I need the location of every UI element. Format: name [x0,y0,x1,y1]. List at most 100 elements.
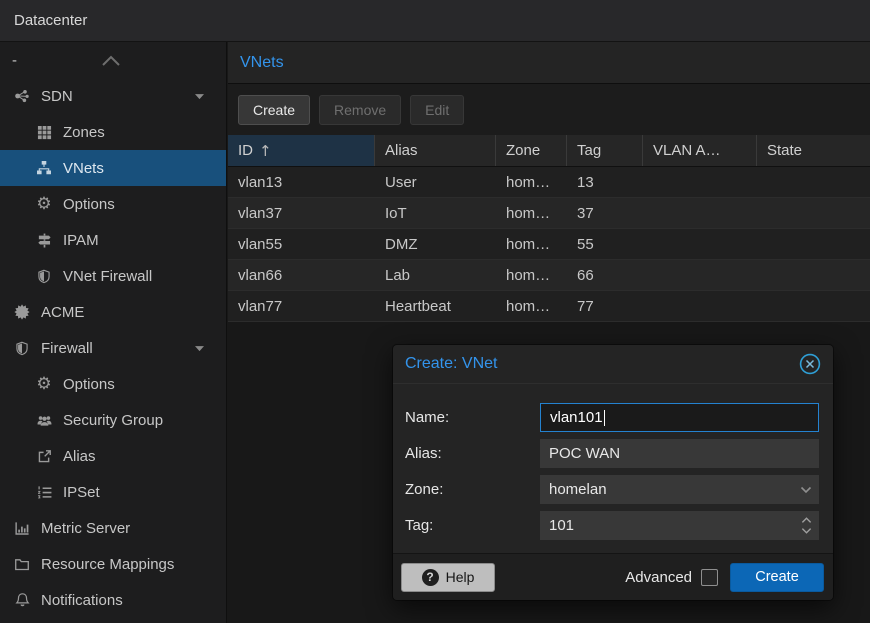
create-vnet-dialog: Create: VNet Name: vlan101 Alias: POC WA… [393,345,833,600]
tag-label: Tag: [405,517,540,534]
sidebar-item-resource-mappings[interactable]: Resource Mappings [0,546,226,582]
close-icon[interactable] [799,353,821,375]
cell-zone: hom… [496,229,567,259]
dialog-title: Create: VNet [405,355,799,373]
cell-vlan-aware [643,260,757,290]
zone-select[interactable]: homelan [540,475,819,504]
column-header-zone[interactable]: Zone [496,135,567,166]
cell-state [757,198,870,228]
seal-icon [12,303,32,321]
spinner-icons[interactable] [801,511,812,540]
column-header-id[interactable]: ID ↑ [228,135,375,166]
sidebar-item-label: IPAM [63,232,99,249]
dialog-body: Name: vlan101 Alias: POC WAN Zone: homel… [393,383,833,540]
bell-icon [12,591,32,609]
cell-alias: Lab [375,260,496,290]
alias-input[interactable]: POC WAN [540,439,819,468]
create-submit-button[interactable]: Create [730,563,824,592]
table-row-vlan37[interactable]: vlan37 IoT hom… 37 [228,198,870,229]
cell-alias: User [375,167,496,197]
cell-alias: Heartbeat [375,291,496,321]
name-input[interactable]: vlan101 [540,403,819,432]
cell-zone: hom… [496,291,567,321]
column-header-vlan-a[interactable]: VLAN A… [643,135,757,166]
sidebar-item-acme[interactable]: ACME [0,294,226,330]
cell-tag: 55 [567,229,643,259]
sidebar-item-options[interactable]: ⚙ Options [0,186,226,222]
sidebar-item-vnets[interactable]: VNets [0,150,226,186]
sidebar-item-notifications[interactable]: Notifications [0,582,226,618]
name-label: Name: [405,409,540,426]
sitemap-icon [34,159,54,177]
sidebar-item-zones[interactable]: Zones [0,114,226,150]
sidebar-item-label: Notifications [41,592,123,609]
toolbar-button-create[interactable]: Create [238,95,310,125]
folder-icon [12,555,32,573]
cell-zone: hom… [496,260,567,290]
shield-icon [12,339,32,357]
advanced-toggle: Advanced [625,569,718,586]
sidebar-item-label: VNet Firewall [63,268,152,285]
sidebar-item-label: ACME [41,304,84,321]
sidebar-item-label: - [12,52,17,69]
chevron-down-icon [800,475,812,504]
cell-vlan-aware [643,167,757,197]
sidebar-item-label: Alias [63,448,96,465]
top-bar: Datacenter [0,0,870,42]
sdn-icon [12,87,32,105]
table-row-vlan13[interactable]: vlan13 User hom… 13 [228,167,870,198]
sidebar: - SDN Zones VNets ⚙ O [0,42,227,623]
chevron-down-icon[interactable] [192,89,207,104]
advanced-checkbox[interactable] [701,569,718,586]
table-row-vlan77[interactable]: vlan77 Heartbeat hom… 77 [228,291,870,322]
chevron-up-icon[interactable] [100,53,122,67]
cell-tag: 77 [567,291,643,321]
sidebar-item-vnet-firewall[interactable]: VNet Firewall [0,258,226,294]
cell-tag: 66 [567,260,643,290]
column-header-tag[interactable]: Tag [567,135,643,166]
sidebar-item-metric-server[interactable]: Metric Server [0,510,226,546]
sidebar-item-label: IPSet [63,484,100,501]
sidebar-item-alias[interactable]: Alias [0,438,226,474]
column-header-state[interactable]: State [757,135,870,166]
toolbar: Create Remove Edit [228,84,870,135]
cell-state [757,229,870,259]
cell-id: vlan37 [228,198,375,228]
sidebar-item-ipset[interactable]: IPSet [0,474,226,510]
table-row-vlan66[interactable]: vlan66 Lab hom… 66 [228,260,870,291]
shield-icon [34,267,54,285]
cell-vlan-aware [643,291,757,321]
cell-state [757,167,870,197]
sidebar-item-label: Zones [63,124,105,141]
toolbar-button-remove: Remove [319,95,401,125]
sidebar-item-label: Firewall [41,340,93,357]
chevron-down-icon[interactable] [192,341,207,356]
sidebar-item-label: SDN [41,88,73,105]
cell-zone: hom… [496,198,567,228]
cell-id: vlan77 [228,291,375,321]
zone-label: Zone: [405,481,540,498]
panel-header: VNets [228,42,870,84]
cell-zone: hom… [496,167,567,197]
sidebar-item-security-group[interactable]: Security Group [0,402,226,438]
external-link-icon [34,447,54,465]
gear-icon: ⚙ [34,195,54,213]
cell-state [757,291,870,321]
sidebar-item-options[interactable]: ⚙ Options [0,366,226,402]
tag-stepper[interactable]: 101 [540,511,819,540]
sidebar-item-item[interactable]: - [0,42,226,78]
chart-bar-icon [12,519,32,537]
table-row-vlan55[interactable]: vlan55 DMZ hom… 55 [228,229,870,260]
column-header-alias[interactable]: Alias [375,135,496,166]
sidebar-item-sdn[interactable]: SDN [0,78,226,114]
help-button[interactable]: ? Help [401,563,495,592]
sidebar-item-label: Security Group [63,412,163,429]
sidebar-item-label: VNets [63,160,104,177]
sidebar-item-firewall[interactable]: Firewall [0,330,226,366]
text-caret [604,410,605,426]
signpost-icon [34,231,54,249]
cell-alias: IoT [375,198,496,228]
cell-vlan-aware [643,198,757,228]
sidebar-item-ipam[interactable]: IPAM [0,222,226,258]
list-ol-icon [34,483,54,501]
